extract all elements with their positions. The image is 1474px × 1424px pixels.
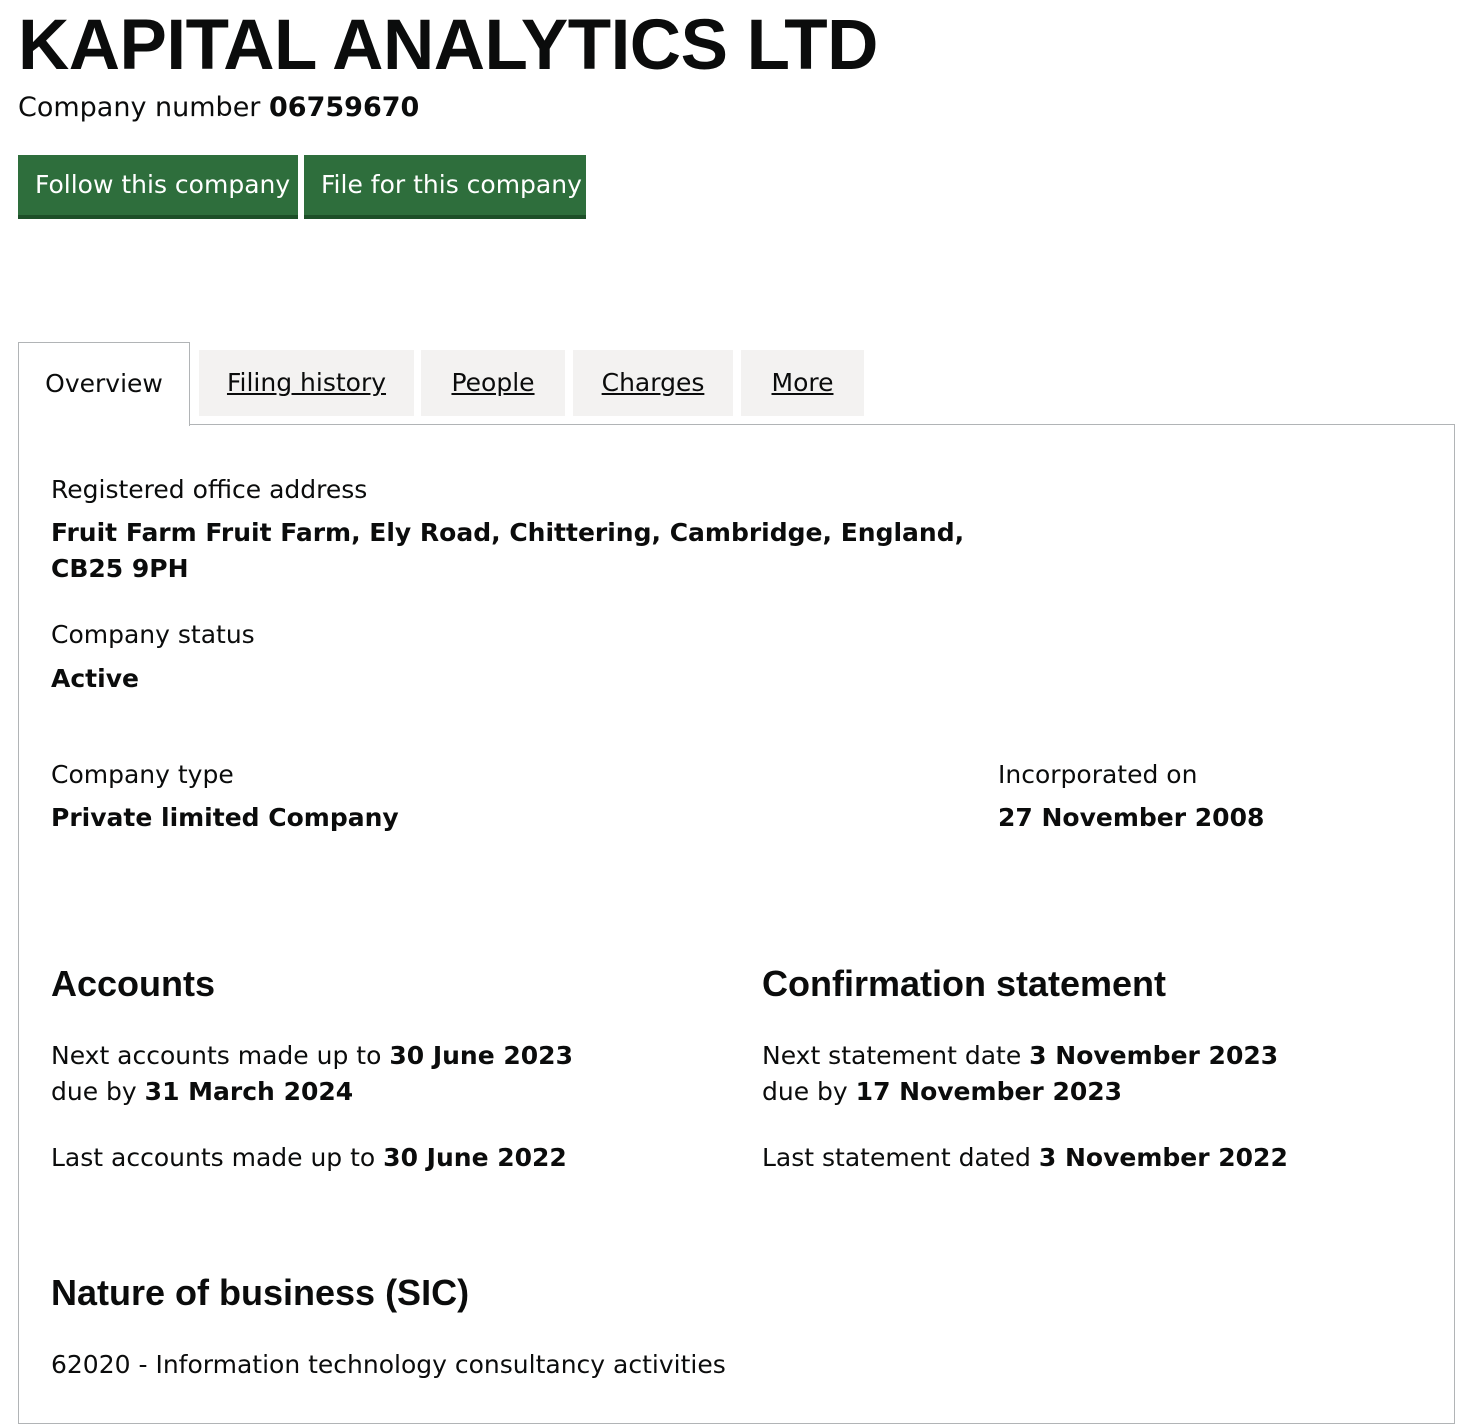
follow-company-button[interactable]: Follow this company [18, 155, 298, 219]
next-statement-label: Next statement date [762, 1041, 1022, 1070]
company-number: Company number 06759670 [18, 90, 419, 126]
accounts-heading: Accounts [51, 963, 216, 1004]
sic-heading: Nature of business (SIC) [51, 1272, 470, 1313]
incorporated-value: 27 November 2008 [998, 803, 1265, 832]
company-name: KAPITAL ANALYTICS LTD [18, 6, 878, 85]
tab-overview[interactable]: Overview [18, 342, 190, 426]
accounts-due-line: due by 31 March 2024 [51, 1074, 353, 1110]
tab-filing-history[interactable]: Filing history [199, 350, 414, 416]
tab-more[interactable]: More [741, 350, 864, 416]
company-type-label: Company type [51, 760, 234, 789]
accounts-due-label: due by [51, 1077, 137, 1106]
last-accounts-value: 30 June 2022 [383, 1143, 567, 1172]
last-accounts-label: Last accounts made up to [51, 1143, 376, 1172]
file-for-company-button[interactable]: File for this company [304, 155, 586, 219]
company-number-label: Company number [18, 92, 261, 123]
next-statement-line: Next statement date 3 November 2023 [762, 1038, 1278, 1074]
company-status-label: Company status [51, 620, 255, 649]
registered-office-line2: CB25 9PH [51, 554, 189, 583]
accounts-due-value: 31 March 2024 [144, 1077, 354, 1106]
company-status-value: Active [51, 664, 139, 693]
registered-office-line1: Fruit Farm Fruit Farm, Ely Road, Chitter… [51, 518, 965, 547]
incorporated-label: Incorporated on [998, 760, 1198, 789]
next-accounts-line: Next accounts made up to 30 June 2023 [51, 1038, 573, 1074]
tab-charges[interactable]: Charges [573, 350, 733, 416]
statement-due-value: 17 November 2023 [855, 1077, 1123, 1106]
statement-due-line: due by 17 November 2023 [762, 1074, 1122, 1110]
next-accounts-value: 30 June 2023 [389, 1041, 573, 1070]
last-accounts-line: Last accounts made up to 30 June 2022 [51, 1140, 567, 1176]
overview-panel: Registered office address Fruit Farm Fru… [18, 424, 1455, 1424]
registered-office-label: Registered office address [51, 475, 368, 504]
last-statement-value: 3 November 2022 [1038, 1143, 1288, 1172]
company-type-value: Private limited Company [51, 803, 399, 832]
tab-people[interactable]: People [421, 350, 565, 416]
last-statement-line: Last statement dated 3 November 2022 [762, 1140, 1288, 1176]
confirmation-heading: Confirmation statement [762, 963, 1167, 1004]
last-statement-label: Last statement dated [762, 1143, 1031, 1172]
statement-due-label: due by [762, 1077, 848, 1106]
next-accounts-label: Next accounts made up to [51, 1041, 382, 1070]
sic-item: 62020 - Information technology consultan… [51, 1350, 726, 1379]
next-statement-value: 3 November 2023 [1029, 1041, 1279, 1070]
company-number-value: 06759670 [269, 92, 420, 123]
